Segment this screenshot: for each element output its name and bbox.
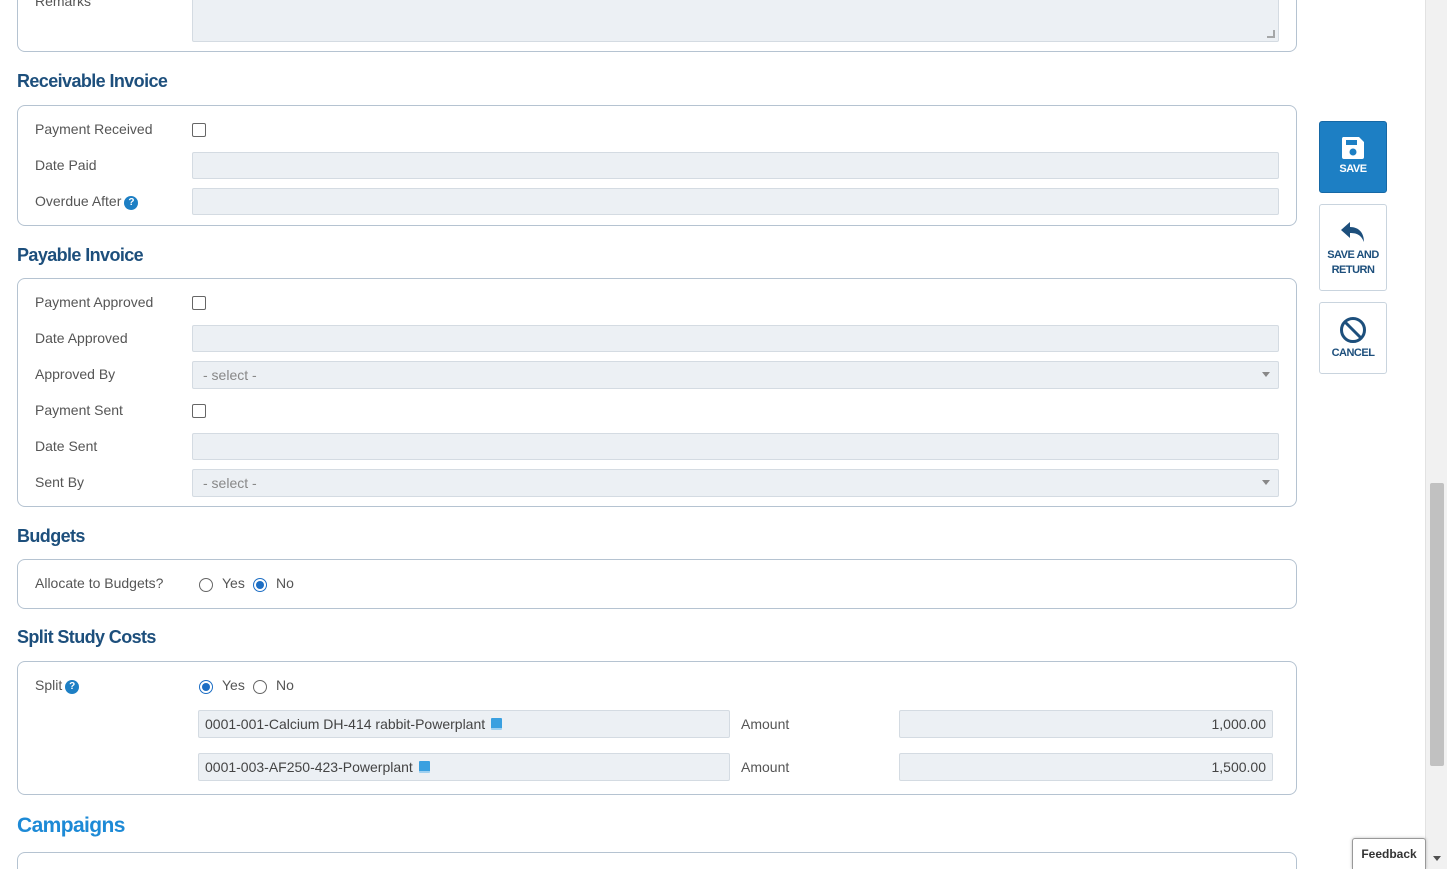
chevron-down-icon bbox=[1262, 480, 1270, 485]
vertical-scrollbar[interactable] bbox=[1425, 0, 1447, 869]
amount-label: Amount bbox=[741, 716, 790, 732]
save-and-return-label-line1: SAVE AND bbox=[1327, 249, 1379, 261]
remarks-label: Remarks bbox=[35, 0, 92, 9]
approved-by-select[interactable]: - select - bbox=[192, 361, 1279, 389]
remarks-panel: Remarks bbox=[17, 0, 1297, 52]
allocate-no-radio[interactable] bbox=[253, 578, 267, 592]
payment-approved-checkbox[interactable] bbox=[192, 296, 206, 310]
amount-label: Amount bbox=[741, 759, 790, 775]
sent-by-value: - select - bbox=[203, 475, 257, 491]
payable-invoice-panel: Payment Approved Date Approved Approved … bbox=[17, 278, 1297, 507]
date-sent-field[interactable] bbox=[192, 433, 1279, 460]
approved-by-value: - select - bbox=[203, 367, 257, 383]
split-study-field[interactable]: 0001-001-Calcium DH-414 rabbit-Powerplan… bbox=[198, 710, 730, 738]
split-amount-field[interactable]: 1,000.00 bbox=[899, 710, 1273, 738]
date-approved-field[interactable] bbox=[192, 325, 1279, 352]
campaigns-title: Campaigns bbox=[17, 814, 125, 837]
cancel-button[interactable]: CANCEL bbox=[1319, 302, 1387, 374]
reply-arrow-icon bbox=[1341, 222, 1364, 242]
split-yes-label: Yes bbox=[222, 677, 245, 693]
split-study-costs-title: Split Study Costs bbox=[17, 627, 156, 647]
save-and-return-button[interactable]: SAVE AND RETURN bbox=[1319, 204, 1387, 291]
allocate-yes-radio[interactable] bbox=[199, 578, 213, 592]
split-no-label: No bbox=[276, 677, 294, 693]
cancel-icon bbox=[1340, 317, 1366, 343]
split-label: Split? bbox=[35, 677, 80, 694]
payment-approved-label: Payment Approved bbox=[35, 294, 154, 310]
feedback-button[interactable]: Feedback bbox=[1352, 838, 1426, 869]
payment-sent-checkbox[interactable] bbox=[192, 404, 206, 418]
remarks-textarea[interactable] bbox=[192, 0, 1279, 42]
save-label: SAVE bbox=[1339, 163, 1367, 175]
split-study-field[interactable]: 0001-003-AF250-423-Powerplant bbox=[198, 753, 730, 781]
allocate-to-budgets-label: Allocate to Budgets? bbox=[35, 575, 164, 591]
split-amount-field[interactable]: 1,500.00 bbox=[899, 753, 1273, 781]
scrollbar-thumb[interactable] bbox=[1430, 483, 1444, 766]
allocate-no-label: No bbox=[276, 575, 294, 591]
payment-received-label: Payment Received bbox=[35, 121, 153, 137]
date-paid-label: Date Paid bbox=[35, 157, 97, 173]
allocate-yes-label: Yes bbox=[222, 575, 245, 591]
sent-by-label: Sent By bbox=[35, 474, 85, 490]
save-and-return-label-line2: RETURN bbox=[1331, 264, 1375, 276]
book-icon bbox=[418, 761, 430, 773]
receivable-invoice-panel: Payment Received Date Paid Overdue After… bbox=[17, 105, 1297, 226]
save-button[interactable]: SAVE bbox=[1319, 121, 1387, 193]
payment-sent-label: Payment Sent bbox=[35, 402, 123, 418]
cancel-label: CANCEL bbox=[1331, 347, 1375, 359]
date-approved-label: Date Approved bbox=[35, 330, 128, 346]
floppy-disk-icon bbox=[1341, 137, 1364, 159]
split-study-costs-panel: Split? Yes No 0001-001-Calcium DH-414 ra… bbox=[17, 661, 1297, 795]
date-sent-label: Date Sent bbox=[35, 438, 98, 454]
campaigns-panel bbox=[17, 852, 1297, 869]
sent-by-select[interactable]: - select - bbox=[192, 469, 1279, 497]
main-content: Remarks Receivable Invoice Payment Recei… bbox=[0, 0, 1310, 869]
overdue-after-field[interactable] bbox=[192, 188, 1279, 215]
budgets-panel: Allocate to Budgets? Yes No bbox=[17, 559, 1297, 609]
budgets-title: Budgets bbox=[17, 526, 85, 546]
book-icon bbox=[491, 718, 503, 730]
payable-invoice-title: Payable Invoice bbox=[17, 245, 144, 265]
resize-grip-icon[interactable] bbox=[1267, 30, 1275, 38]
approved-by-label: Approved By bbox=[35, 366, 116, 382]
date-paid-field[interactable] bbox=[192, 152, 1279, 179]
chevron-down-icon bbox=[1262, 372, 1270, 377]
overdue-after-label: Overdue After? bbox=[35, 193, 139, 210]
scroll-down-arrow-icon[interactable] bbox=[1433, 856, 1441, 861]
help-icon[interactable]: ? bbox=[65, 680, 80, 694]
help-icon[interactable]: ? bbox=[124, 196, 139, 210]
receivable-invoice-title: Receivable Invoice bbox=[17, 71, 168, 91]
split-yes-radio[interactable] bbox=[199, 680, 213, 694]
split-no-radio[interactable] bbox=[253, 680, 267, 694]
payment-received-checkbox[interactable] bbox=[192, 123, 206, 137]
